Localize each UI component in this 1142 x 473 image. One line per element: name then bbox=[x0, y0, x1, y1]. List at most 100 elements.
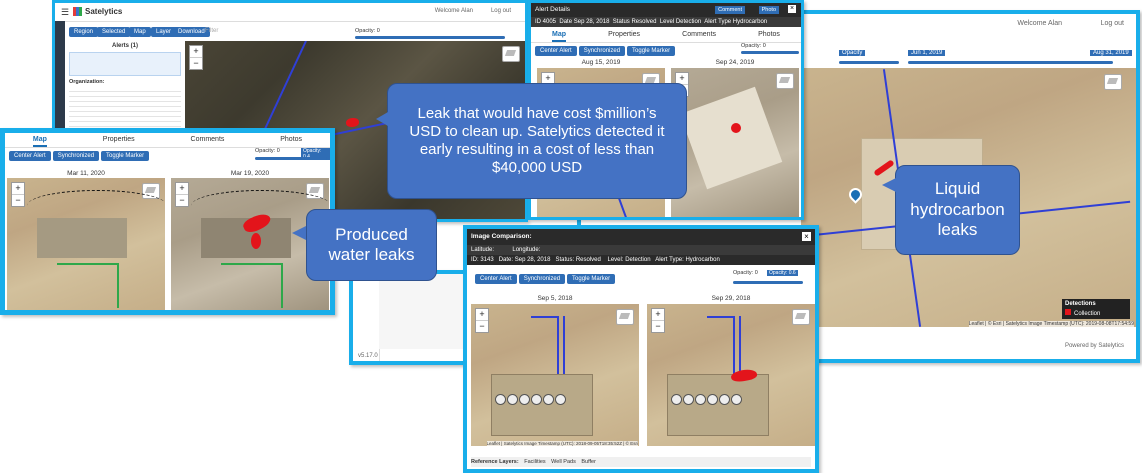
synchronized-button[interactable]: Synchronized bbox=[518, 274, 566, 284]
zoom-control[interactable]: +− bbox=[651, 308, 665, 333]
alert-right-map[interactable]: +− bbox=[671, 68, 799, 217]
hydrocarbon-callout: Liquid hydrocarbon leaks bbox=[895, 165, 1020, 255]
gathering-line bbox=[57, 263, 117, 265]
tab-map[interactable]: Map bbox=[552, 28, 567, 42]
version-sidebar bbox=[353, 274, 380, 361]
tab-properties[interactable]: Properties bbox=[103, 133, 135, 147]
legend[interactable]: Detections Collection bbox=[1062, 299, 1130, 319]
zoom-out-icon[interactable]: − bbox=[190, 58, 202, 69]
level-label: Level: bbox=[607, 257, 624, 263]
layers-icon[interactable] bbox=[792, 309, 810, 325]
tab-comments[interactable]: Comments bbox=[191, 133, 225, 147]
zoom-in-icon[interactable]: + bbox=[12, 183, 24, 195]
leak-cost-callout: Leak that would have cost $million’s USD… bbox=[387, 83, 687, 199]
toolbar-btn-region[interactable]: Region bbox=[69, 27, 99, 37]
version-panel: v5.17.0 bbox=[349, 270, 469, 365]
tab-photos[interactable]: Photos bbox=[280, 133, 302, 147]
date-start: Jun 1, 2019 bbox=[908, 50, 946, 56]
synchronized-button[interactable]: Synchronized bbox=[578, 46, 626, 56]
comparison-left-map[interactable]: + − Leaflet | Satelytics Image Timestamp … bbox=[471, 304, 639, 446]
hydrocarbon-text: Liquid hydrocarbon leaks bbox=[910, 179, 1005, 240]
toggle-marker-button[interactable]: Toggle Marker bbox=[567, 274, 616, 284]
layers-icon[interactable] bbox=[502, 46, 520, 62]
image-comparison-panel: Image Comparison: × Latitude: Longitude:… bbox=[463, 225, 819, 473]
legend-title: Detections bbox=[1065, 301, 1096, 307]
opacity-slider[interactable] bbox=[741, 51, 799, 54]
layers-icon[interactable] bbox=[776, 73, 794, 89]
alert-details-header: Alert Details Comment Photo × bbox=[531, 3, 801, 17]
alert-buttons: Center Alert Synchronized Toggle Marker bbox=[535, 45, 677, 56]
layers-icon[interactable] bbox=[1104, 74, 1122, 90]
pad-area bbox=[491, 374, 593, 436]
opacity-slider[interactable] bbox=[355, 36, 505, 39]
produced-water-panel: Map Properties Comments Photos Center Al… bbox=[0, 128, 335, 315]
tab-photos[interactable]: Photos bbox=[758, 28, 780, 42]
toggle-marker-button[interactable]: Toggle Marker bbox=[627, 46, 676, 56]
pipeline-line bbox=[739, 316, 741, 376]
date-range-slider[interactable] bbox=[908, 61, 1113, 64]
id-value: 4005 bbox=[542, 19, 557, 25]
opacity-slider[interactable] bbox=[733, 281, 803, 284]
center-alert-button[interactable]: Center Alert bbox=[9, 151, 51, 161]
photo-button[interactable]: Photo bbox=[758, 6, 779, 14]
close-icon[interactable]: × bbox=[802, 232, 811, 241]
pipeline-line bbox=[707, 316, 735, 318]
alert-details-meta: ID 4005 Date Sep 28, 2018 Status Resolve… bbox=[531, 17, 801, 27]
toolbar-filter[interactable]: Filter bbox=[205, 28, 218, 34]
zoom-out-icon[interactable]: − bbox=[12, 195, 24, 206]
leak-marker[interactable] bbox=[346, 118, 359, 127]
tank bbox=[671, 394, 682, 405]
type-value: Hydrocarbon bbox=[685, 257, 720, 263]
left-tabs: Map Properties Comments Photos bbox=[5, 133, 330, 148]
tab-map[interactable]: Map bbox=[32, 133, 47, 147]
alert-card[interactable] bbox=[69, 52, 181, 76]
layer-buffer[interactable]: Buffer bbox=[581, 459, 596, 465]
zoom-in-icon[interactable]: + bbox=[652, 309, 664, 321]
status-label: Status bbox=[612, 19, 630, 25]
logout-link[interactable]: Log out bbox=[1101, 20, 1124, 27]
opacity-slider[interactable] bbox=[839, 61, 899, 64]
close-icon[interactable]: × bbox=[788, 5, 796, 13]
center-alert-button[interactable]: Center Alert bbox=[475, 274, 517, 284]
welcome-text[interactable]: Welcome Alan bbox=[435, 8, 473, 14]
comparison-buttons: Center Alert Synchronized Toggle Marker bbox=[475, 273, 617, 284]
welcome-text[interactable]: Welcome Alan bbox=[1017, 20, 1062, 27]
status-select[interactable]: Resolved bbox=[631, 19, 656, 25]
zoom-out-icon[interactable]: − bbox=[176, 195, 188, 206]
tab-properties[interactable]: Properties bbox=[608, 28, 640, 42]
toolbar-btn-selected[interactable]: Selected bbox=[97, 27, 131, 37]
produced-left-map[interactable]: + − bbox=[7, 178, 165, 310]
zoom-in-icon[interactable]: + bbox=[190, 46, 202, 58]
tab-comments[interactable]: Comments bbox=[682, 28, 716, 42]
zoom-control[interactable]: +− bbox=[175, 182, 189, 207]
zoom-in-icon[interactable]: + bbox=[176, 183, 188, 195]
toggle-marker-button[interactable]: Toggle Marker bbox=[101, 151, 150, 161]
zoom-control[interactable]: +− bbox=[11, 182, 25, 207]
alerts-title: Alerts (1) bbox=[111, 43, 138, 49]
leak-marker[interactable] bbox=[731, 123, 741, 133]
comparison-right-map[interactable]: + − bbox=[647, 304, 815, 446]
menu-icon[interactable]: ☰ bbox=[61, 7, 69, 18]
comment-button[interactable]: Comment bbox=[715, 6, 745, 14]
logout-link[interactable]: Log out bbox=[491, 8, 511, 14]
layer-well-pads[interactable]: Well Pads bbox=[551, 459, 576, 465]
pipeline-line bbox=[531, 316, 559, 318]
layers-icon[interactable] bbox=[616, 309, 634, 325]
version-map bbox=[379, 274, 465, 349]
pad-area bbox=[37, 218, 127, 258]
zoom-out-icon[interactable]: − bbox=[476, 321, 488, 332]
zoom-control[interactable]: +− bbox=[189, 45, 203, 70]
leak-marker[interactable] bbox=[251, 233, 261, 249]
synchronized-button[interactable]: Synchronized bbox=[52, 151, 100, 161]
id-label: ID bbox=[535, 19, 541, 25]
zoom-in-icon[interactable]: + bbox=[476, 309, 488, 321]
type-label: Alert Type bbox=[704, 19, 732, 25]
zoom-out-icon[interactable]: − bbox=[652, 321, 664, 332]
brand-name: Satelytics bbox=[85, 7, 123, 16]
status-select[interactable]: Resolved bbox=[576, 257, 601, 263]
layer-facilities[interactable]: Facilities bbox=[524, 459, 545, 465]
zoom-control[interactable]: +− bbox=[475, 308, 489, 333]
center-alert-button[interactable]: Center Alert bbox=[535, 46, 577, 56]
toolbar-btn-map[interactable]: Map bbox=[129, 27, 151, 37]
opacity-slider[interactable] bbox=[255, 157, 327, 160]
